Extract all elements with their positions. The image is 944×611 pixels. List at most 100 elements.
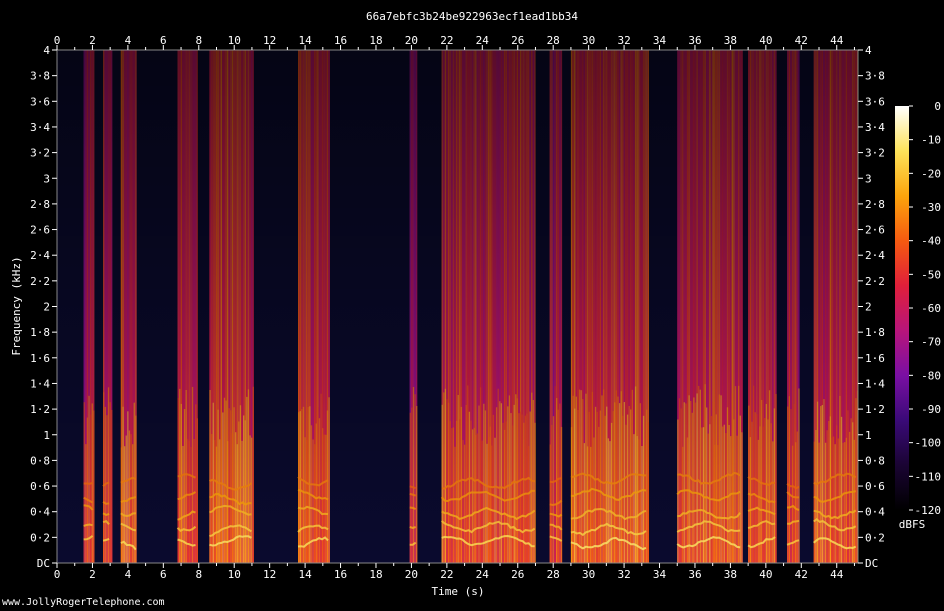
x-tick-label: 0 — [54, 568, 61, 581]
x-tick-label: 8 — [195, 568, 202, 581]
x-tick-label: 42 — [795, 568, 808, 581]
y-tick-label: 1·4 — [30, 377, 50, 390]
y-tick-label: 0·2 — [30, 531, 50, 544]
y-tick-label-right: 0·2 — [865, 531, 885, 544]
x-tick-label: 20 — [405, 568, 418, 581]
y-tick-label-right: 3 — [865, 172, 872, 185]
x-tick-label-top: 44 — [830, 34, 844, 47]
y-tick-label-right: 1·8 — [865, 326, 885, 339]
x-tick-label: 30 — [582, 568, 595, 581]
colorbar-tick-label: 0 — [934, 100, 941, 113]
chart-title: 66a7ebfc3b24be922963ecf1ead1bb34 — [366, 10, 578, 23]
y-tick-label: 2·8 — [30, 198, 50, 211]
y-tick-label-right: 2·2 — [865, 275, 885, 288]
y-tick-label: DC — [37, 557, 50, 570]
y-tick-label: 2·2 — [30, 275, 50, 288]
x-tick-label-top: 28 — [547, 34, 560, 47]
x-tick-label: 2 — [89, 568, 96, 581]
colorbar-tick-label: -120 — [915, 504, 942, 517]
y-tick-label: 3 — [43, 172, 50, 185]
x-tick-label-top: 8 — [195, 34, 202, 47]
y-tick-label: 1·8 — [30, 326, 50, 339]
x-tick-label-top: 32 — [617, 34, 630, 47]
colorbar-tick-label: -20 — [921, 167, 941, 180]
colorbar-tick-label: -60 — [921, 302, 941, 315]
x-tick-label-top: 4 — [125, 34, 132, 47]
y-tick-label-right: 1·2 — [865, 403, 885, 416]
colorbar-tick-label: -100 — [915, 437, 942, 450]
y-tick-label: 3·8 — [30, 70, 50, 83]
x-tick-label-top: 26 — [511, 34, 524, 47]
y-tick-label: 3·4 — [30, 121, 50, 134]
x-tick-label: 36 — [688, 568, 701, 581]
y-tick-label-right: 3·4 — [865, 121, 885, 134]
x-tick-label-top: 36 — [688, 34, 701, 47]
y-tick-label: 1 — [43, 429, 50, 442]
x-tick-label: 22 — [440, 568, 453, 581]
y-tick-label: 2 — [43, 301, 50, 314]
y-tick-label: 3·6 — [30, 95, 50, 108]
colorbar-scale — [895, 106, 909, 510]
spectrogram-chart: 66a7ebfc3b24be922963ecf1ead1bb34 0022446… — [10, 10, 941, 598]
x-tick-label: 10 — [228, 568, 241, 581]
x-tick-label-top: 14 — [298, 34, 312, 47]
y-tick-label: 1·6 — [30, 352, 50, 365]
x-tick-label-top: 22 — [440, 34, 453, 47]
y-tick-label: 3·2 — [30, 147, 50, 160]
colorbar-tick-label: -40 — [921, 235, 941, 248]
colorbar-tick-label: -90 — [921, 403, 941, 416]
y-tick-label: 0·8 — [30, 454, 50, 467]
y-tick-label: 1·2 — [30, 403, 50, 416]
y-tick-label-right: 3·8 — [865, 70, 885, 83]
x-tick-label: 6 — [160, 568, 167, 581]
spectrogram-plot-area — [57, 50, 858, 563]
x-tick-label-top: 40 — [759, 34, 772, 47]
y-tick-label-right: 1·6 — [865, 352, 885, 365]
x-tick-label: 26 — [511, 568, 524, 581]
x-tick-label: 34 — [653, 568, 667, 581]
x-tick-label-top: 20 — [405, 34, 418, 47]
colorbar-tick-label: -70 — [921, 336, 941, 349]
colorbar-tick-label: -110 — [915, 470, 942, 483]
y-tick-label-right: 0·6 — [865, 480, 885, 493]
x-tick-label-top: 38 — [724, 34, 737, 47]
x-tick-label-top: 30 — [582, 34, 595, 47]
x-tick-label: 40 — [759, 568, 772, 581]
y-tick-label-right: 2·6 — [865, 224, 885, 237]
x-tick-label: 14 — [298, 568, 312, 581]
y-tick-label-right: 1·4 — [865, 377, 885, 390]
y-tick-label-right: 0·4 — [865, 506, 885, 519]
x-tick-label-top: 6 — [160, 34, 167, 47]
x-tick-label-top: 24 — [476, 34, 490, 47]
y-axis-label: Frequency (kHz) — [10, 256, 23, 355]
y-tick-label: 0·6 — [30, 480, 50, 493]
x-tick-label-top: 34 — [653, 34, 667, 47]
x-tick-label: 24 — [476, 568, 490, 581]
x-tick-label: 28 — [547, 568, 560, 581]
x-tick-label-top: 12 — [263, 34, 276, 47]
y-tick-label-right: 4 — [865, 44, 872, 57]
x-tick-label-top: 18 — [369, 34, 382, 47]
x-tick-label-top: 2 — [89, 34, 96, 47]
x-tick-label-top: 10 — [228, 34, 241, 47]
x-tick-label: 4 — [125, 568, 132, 581]
credit-text: www.JollyRogerTelephone.com — [2, 597, 165, 608]
colorbar-tick-label: -30 — [921, 201, 941, 214]
y-tick-label: 0·4 — [30, 506, 50, 519]
y-tick-label: 4 — [43, 44, 50, 57]
y-tick-label-right: DC — [865, 557, 878, 570]
y-tick-label-right: 2 — [865, 301, 872, 314]
y-tick-label-right: 3·6 — [865, 95, 885, 108]
x-tick-label: 12 — [263, 568, 276, 581]
x-tick-label: 44 — [830, 568, 844, 581]
x-tick-label-top: 16 — [334, 34, 347, 47]
colorbar-tick-label: -10 — [921, 134, 941, 147]
colorbar: 0 -10 -20 -30 -40 -50 -60 -70 -80 -90 -100 -110 -120… — [895, 100, 941, 531]
y-tick-label: 2·4 — [30, 249, 50, 262]
x-tick-label: 16 — [334, 568, 347, 581]
y-tick-label-right: 3·2 — [865, 147, 885, 160]
y-tick-label-right: 1 — [865, 429, 872, 442]
colorbar-tick-label: -80 — [921, 369, 941, 382]
x-tick-label-top: 0 — [54, 34, 61, 47]
y-tick-label-right: 0·8 — [865, 454, 885, 467]
